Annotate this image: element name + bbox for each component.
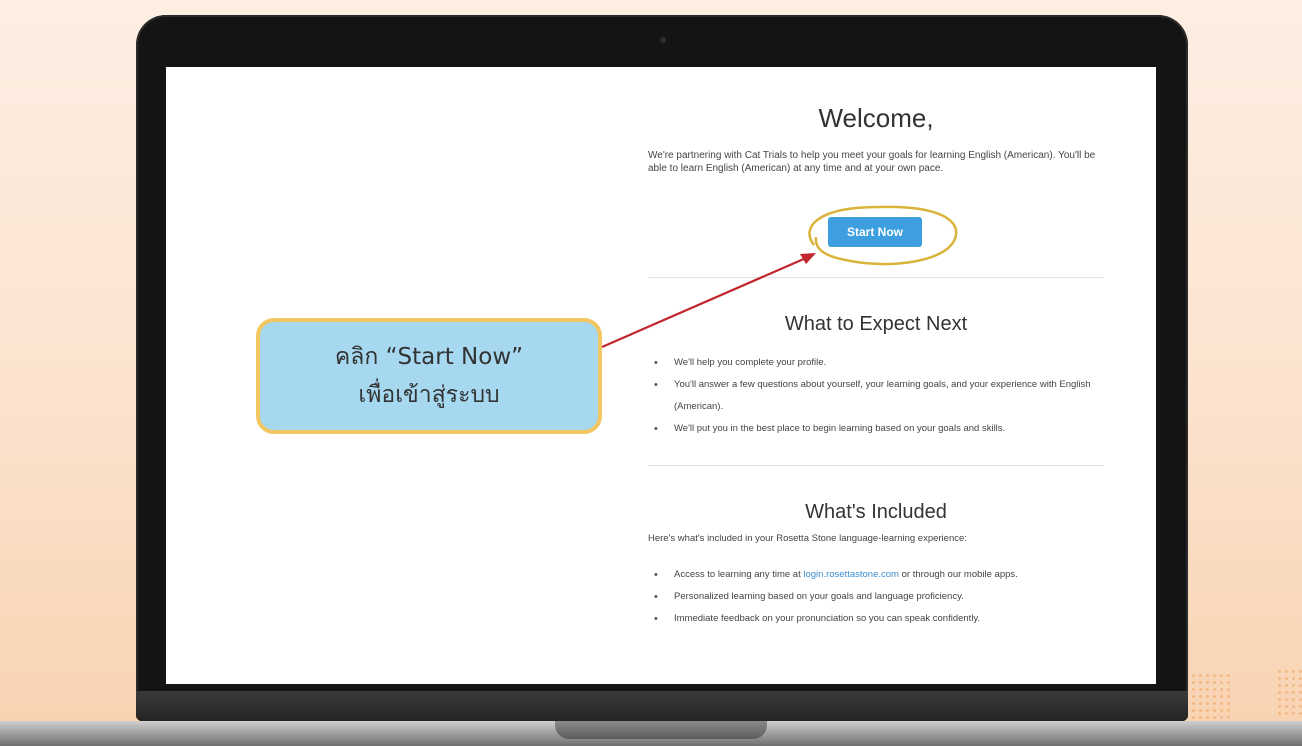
- start-now-button[interactable]: Start Now: [828, 217, 922, 247]
- list-item: Personalized learning based on your goal…: [648, 586, 1104, 608]
- expect-title: What to Expect Next: [784, 313, 968, 335]
- included-list: Access to learning any time at login.ros…: [648, 564, 1104, 630]
- list-item: You'll answer a few questions about your…: [648, 374, 1104, 418]
- rosettastone-link[interactable]: login.rosettastone.com: [803, 569, 899, 580]
- list-item-text: or through our mobile apps.: [898, 569, 1018, 580]
- welcome-title: Welcome,: [818, 103, 934, 133]
- welcome-intro: We're partnering with Cat Trials to help…: [648, 150, 1096, 174]
- camera-icon: [660, 37, 666, 43]
- included-title: What's Included: [805, 501, 947, 523]
- instruction-callout: คลิก “Start Now” เพื่อเข้าสู่ระบบ: [256, 318, 602, 434]
- decor-dots-right: [1276, 668, 1302, 716]
- list-item: Immediate feedback on your pronunciation…: [648, 608, 1104, 630]
- expect-list: We'll help you complete your profile. Yo…: [648, 352, 1104, 440]
- list-item: Access to learning any time at login.ros…: [648, 564, 1104, 586]
- included-intro: Here's what's included in your Rosetta S…: [648, 533, 967, 544]
- list-item: We'll help you complete your profile.: [648, 352, 1104, 374]
- divider: [648, 465, 1104, 466]
- list-item-text: Access to learning any time at: [674, 569, 804, 580]
- callout-line-1: คลิก “Start Now”: [334, 344, 524, 370]
- decor-dots-left: [1190, 672, 1230, 720]
- list-item: We'll put you in the best place to begin…: [648, 418, 1104, 440]
- divider: [648, 277, 1104, 278]
- callout-line-2: เพื่อเข้าสู่ระบบ: [358, 382, 500, 408]
- laptop-base-notch: [555, 721, 767, 739]
- laptop-bezel-bottom: [136, 691, 1188, 721]
